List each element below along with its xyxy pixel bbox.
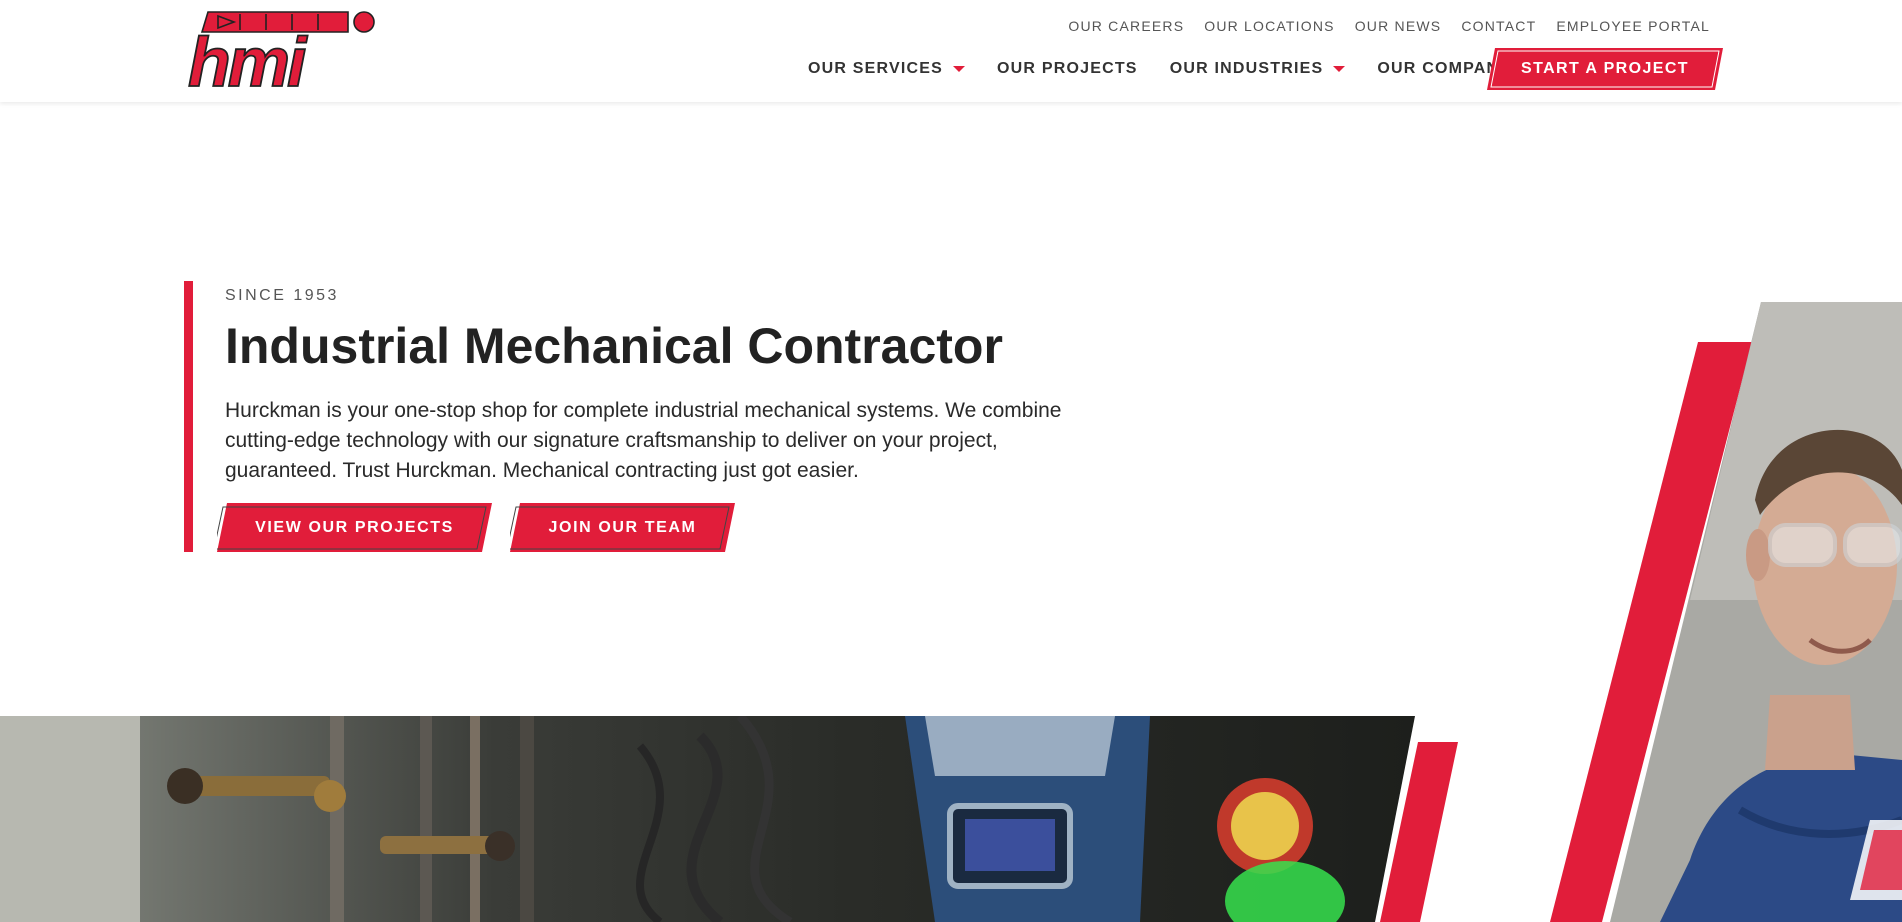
nav-item-services[interactable]: OUR SERVICES [808,60,966,78]
nav-item-projects[interactable]: OUR PROJECTS [997,60,1138,78]
hero-buttons: VIEW OUR PROJECTS JOIN OUR TEAM [217,503,735,552]
view-projects-label: VIEW OUR PROJECTS [255,518,454,536]
view-projects-button[interactable]: VIEW OUR PROJECTS [217,503,492,552]
util-link-employee-portal[interactable]: EMPLOYEE PORTAL [1556,18,1710,34]
hmi-logo[interactable]: hmi [188,10,380,90]
nav-item-industries[interactable]: OUR INDUSTRIES [1170,60,1346,78]
nav-label-projects: OUR PROJECTS [997,60,1138,77]
start-project-label: START A PROJECT [1521,60,1689,77]
utility-nav: OUR CAREERS OUR LOCATIONS OUR NEWS CONTA… [1068,18,1710,34]
worker-photo [1550,302,1902,922]
join-team-label: JOIN OUR TEAM [548,518,697,536]
nav-label-industries: OUR INDUSTRIES [1169,60,1324,77]
hero-kicker: SINCE 1953 [225,287,339,304]
caret-down-icon [953,66,966,72]
util-link-news[interactable]: OUR NEWS [1355,18,1442,34]
start-project-button[interactable]: START A PROJECT [1487,48,1723,90]
util-link-locations[interactable]: OUR LOCATIONS [1204,18,1334,34]
main-nav: OUR SERVICES OUR PROJECTS OUR INDUSTRIES… [808,60,1534,78]
caret-down-icon [1333,66,1346,72]
page: hmi OUR CAREERS OUR LOCATIONS OUR NEWS C… [0,0,1902,922]
site-header: hmi OUR CAREERS OUR LOCATIONS OUR NEWS C… [0,0,1902,102]
hero-title: Industrial Mechanical Contractor [225,318,1003,374]
util-link-contact[interactable]: CONTACT [1461,18,1536,34]
hero-section: SINCE 1953 Industrial Mechanical Contrac… [225,287,1105,486]
join-team-button[interactable]: JOIN OUR TEAM [510,503,735,552]
nav-label-services: OUR SERVICES [808,60,944,77]
util-link-careers[interactable]: OUR CAREERS [1068,18,1184,34]
svg-text:hmi: hmi [188,23,308,90]
hero-accent-bar [184,281,193,552]
welder-photo [0,716,1458,922]
hero-description: Hurckman is your one-stop shop for compl… [225,399,1062,482]
